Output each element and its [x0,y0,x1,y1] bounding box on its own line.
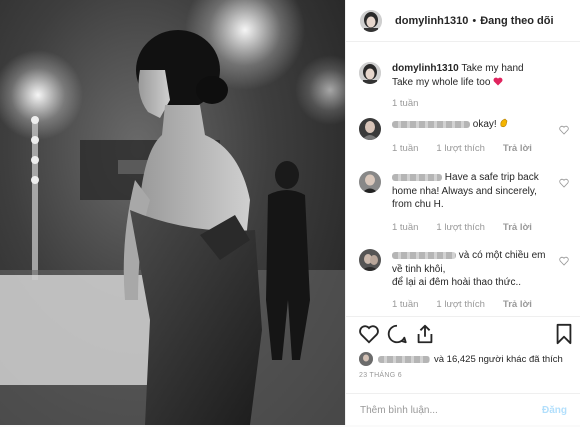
heart-icon [493,77,503,85]
reply-button[interactable]: Trả lời [503,299,532,310]
comment-likes[interactable]: 1 lượt thích [436,299,485,310]
post-photo[interactable] [0,0,345,425]
avatar[interactable] [360,9,382,32]
action-icon-row [356,323,578,347]
save-bookmark-icon[interactable] [554,323,574,345]
caption-line-2: Take my whole life too [392,76,491,88]
comments-list[interactable]: domylinh1310 Take my hand Take my whole … [346,42,580,316]
avatar[interactable] [359,118,381,140]
like-comment-heart-icon[interactable] [559,256,569,266]
avatar[interactable] [359,62,381,84]
likes-summary[interactable]: và 16,425 người khác đã thích [359,352,563,366]
comment-likes[interactable]: 1 lượt thích [436,222,485,233]
post-actions: và 16,425 người khác đã thích 23 THÁNG 6… [346,316,580,426]
blurred-username[interactable] [392,251,456,259]
comment-meta: 1 tuần 1 lượt thích Trả lời [392,143,532,154]
liker-avatar-image [359,352,373,366]
post-date[interactable]: 23 THÁNG 6 [359,372,402,379]
comment-message: okay! [472,119,497,130]
like-comment-heart-icon[interactable] [559,125,569,135]
caption-meta: 1 tuần [392,98,418,109]
header-username[interactable]: domylinh1310 [395,15,468,27]
comment-input[interactable] [360,405,520,416]
comment-meta: 1 tuần 1 lượt thích Trả lời [392,222,532,233]
avatar[interactable] [359,352,373,366]
blurred-liker-username[interactable] [378,355,430,363]
add-comment-bar: Đăng [346,393,580,427]
light-glow [0,50,83,140]
user-avatar-image [360,9,382,32]
caption-line-1: Take my hand [461,63,524,74]
caption-text: domylinh1310 Take my hand Take my whole … [392,62,552,89]
like-heart-icon[interactable] [358,323,380,345]
commenter-avatar-image [359,118,381,140]
photo-scene [0,0,345,425]
reply-button[interactable]: Trả lời [503,222,532,233]
clapping-hands-icon [500,118,508,128]
reply-button[interactable]: Trả lời [503,143,532,154]
comment-time[interactable]: 1 tuần [392,143,418,154]
comment-likes[interactable]: 1 lượt thích [436,143,485,154]
comment-meta: 1 tuần 1 lượt thích Trả lời [392,299,532,310]
comment-text: Have a safe trip back home nha! Always a… [392,171,552,212]
likes-count-text[interactable]: và 16,425 người khác đã thích [434,354,563,365]
share-icon[interactable] [414,323,436,345]
follow-status-button[interactable]: Đang theo dõi [480,15,553,27]
comment-time[interactable]: 1 tuần [392,222,418,233]
light-glow [295,55,345,125]
blurred-username[interactable] [392,173,442,181]
comment-bubble-icon[interactable] [386,323,408,345]
comment-text: và có một chiều em về tinh khôi, để lại … [392,249,552,290]
caption-username[interactable]: domylinh1310 [392,63,459,74]
post-header: domylinh1310 • Đang theo dõi [346,0,580,42]
commenter-avatar-image [359,171,381,193]
post-comment-button[interactable]: Đăng [542,405,567,416]
separator-dot: • [472,14,477,27]
blurred-username[interactable] [392,120,470,128]
comment-message-line-2: để lại ai đêm hoài thao thức.. [392,277,521,288]
like-comment-heart-icon[interactable] [559,178,569,188]
avatar[interactable] [359,171,381,193]
comment-text: okay! [392,118,552,132]
user-avatar-image [359,62,381,84]
instagram-post: domylinh1310 • Đang theo dõi domylinh131… [0,0,580,425]
avatar[interactable] [359,249,381,271]
post-side-panel: domylinh1310 • Đang theo dõi domylinh131… [345,0,580,425]
commenter-avatar-image [359,249,381,271]
caption-time[interactable]: 1 tuần [392,98,418,109]
comment-time[interactable]: 1 tuần [392,299,418,310]
